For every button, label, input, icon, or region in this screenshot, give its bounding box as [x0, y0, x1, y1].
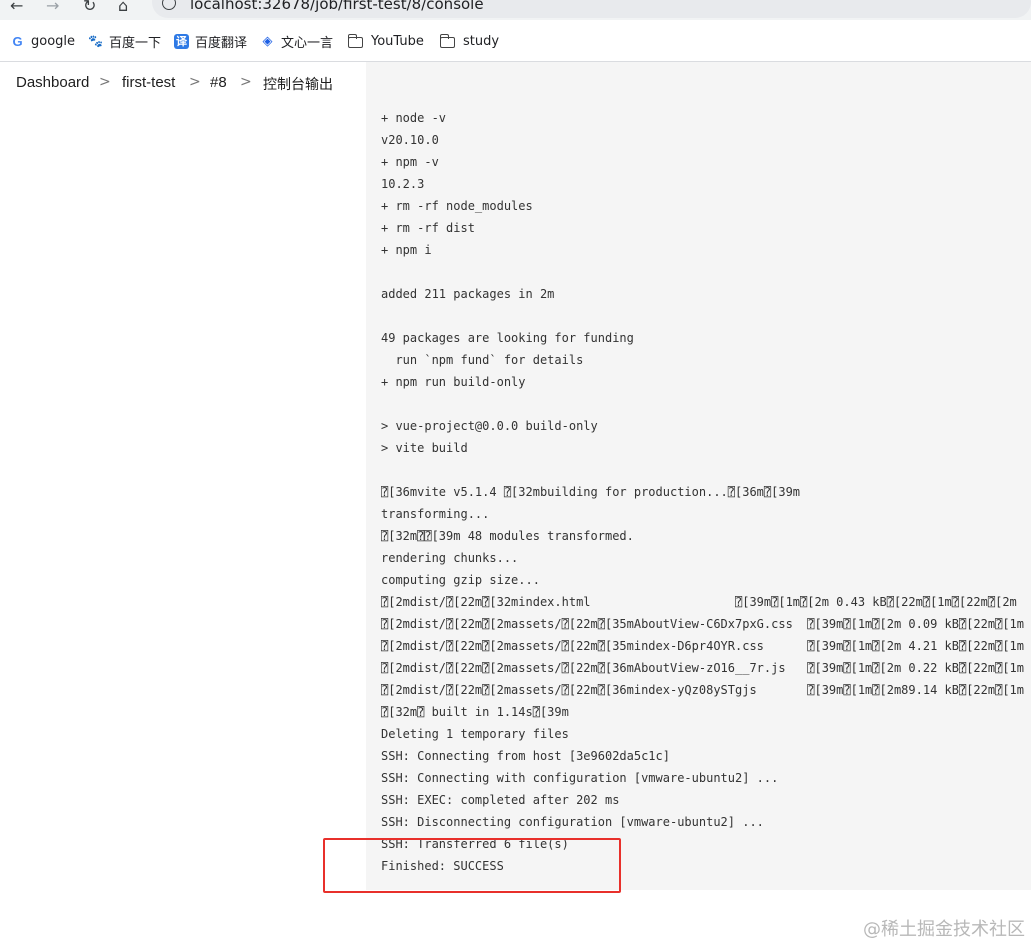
- breadcrumb-console-output[interactable]: 控制台输出: [263, 74, 333, 94]
- console-line: computing gzip size...: [381, 573, 540, 587]
- breadcrumb-job[interactable]: first-test: [122, 74, 175, 91]
- console-line: transforming...: [381, 507, 490, 521]
- folder-icon: [439, 33, 455, 48]
- console-line: SSH: Connecting from host [3e9602da5c1c]: [381, 749, 670, 763]
- bookmark-baidu-fanyi[interactable]: 译 百度翻译: [174, 32, 248, 51]
- bookmark-label: google: [31, 33, 76, 49]
- bookmark-label: 文心一言: [281, 35, 334, 51]
- console-line: rendering chunks...: [381, 551, 519, 565]
- console-line: SSH: Connecting with configuration [vmwa…: [381, 771, 779, 785]
- console-line: ⍰[32m⍰⍰[39m 48 modules transformed.: [381, 529, 634, 543]
- console-line: 49 packages are looking for funding: [381, 331, 634, 345]
- chevron-right-icon[interactable]: >: [189, 74, 201, 90]
- console-line: v20.10.0: [381, 133, 439, 147]
- console-line: + rm -rf node_modules: [381, 199, 533, 213]
- forward-arrow-icon[interactable]: →: [46, 0, 59, 15]
- console-line: ⍰[2mdist/⍰[22m⍰[2massets/⍰[22m⍰[36mAbout…: [381, 661, 1024, 675]
- breadcrumb-dashboard[interactable]: Dashboard: [16, 74, 89, 91]
- console-line: ⍰[2mdist/⍰[22m⍰[2massets/⍰[22m⍰[35mindex…: [381, 639, 1024, 653]
- bookmark-folder-study[interactable]: study: [439, 32, 500, 50]
- home-icon[interactable]: ⌂: [118, 0, 128, 15]
- back-arrow-icon[interactable]: ←: [10, 0, 23, 15]
- bookmark-wenxin[interactable]: ◈ 文心一言: [260, 32, 334, 51]
- console-line: Deleting 1 temporary files: [381, 727, 569, 741]
- chevron-right-icon[interactable]: >: [99, 74, 111, 90]
- highlight-box: [323, 838, 621, 893]
- bookmark-label: 百度翻译: [195, 35, 248, 51]
- wenxin-icon: ◈: [262, 33, 273, 49]
- console-line: + npm -v: [381, 155, 439, 169]
- translate-icon: 译: [174, 33, 189, 49]
- console-line: run `npm fund` for details: [381, 353, 584, 367]
- console-text: + node -v v20.10.0 + npm -v 10.2.3 + rm -rf …: [381, 107, 1024, 877]
- bookmark-google[interactable]: G google: [10, 32, 75, 50]
- folder-icon: [347, 33, 363, 48]
- baidu-paw-icon: 🐾: [88, 33, 103, 48]
- console-line: + node -v: [381, 111, 447, 125]
- reload-icon[interactable]: ↻: [83, 0, 96, 15]
- chevron-right-icon[interactable]: >: [240, 74, 252, 90]
- console-line: added 211 packages in 2m: [381, 287, 555, 301]
- console-line: ⍰[2mdist/⍰[22m⍰[2massets/⍰[22m⍰[36mindex…: [381, 683, 1024, 697]
- console-line: + npm run build-only: [381, 375, 526, 389]
- console-line: ⍰[32m⍰ built in 1.14s⍰[39m: [381, 705, 569, 719]
- console-line: SSH: EXEC: completed after 202 ms: [381, 793, 620, 807]
- bookmark-label: 百度一下: [109, 35, 162, 51]
- console-line: ⍰[36mvite v5.1.4 ⍰[32mbuilding for produ…: [381, 485, 801, 499]
- console-line: 10.2.3: [381, 177, 425, 191]
- console-line: SSH: Disconnecting configuration [vmware…: [381, 815, 764, 829]
- google-icon: G: [12, 33, 23, 49]
- console-line: + rm -rf dist: [381, 221, 475, 235]
- url-text[interactable]: localhost:32678/job/first-test/8/console: [190, 0, 484, 13]
- bookmark-label: study: [463, 33, 500, 49]
- bookmark-folder-youtube[interactable]: YouTube: [347, 32, 424, 50]
- breadcrumb-build[interactable]: #8: [210, 74, 227, 91]
- bookmark-label: YouTube: [371, 33, 424, 49]
- breadcrumb: Dashboard > first-test > #8 > 控制台输出: [0, 62, 366, 106]
- console-line: ⍰[2mdist/⍰[22m⍰[2massets/⍰[22m⍰[35mAbout…: [381, 617, 1024, 631]
- watermark: @稀土掘金技术社区: [863, 919, 1025, 940]
- console-line: > vue-project@0.0.0 build-only: [381, 419, 598, 433]
- console-line: ⍰[2mdist/⍰[22m⍰[32mindex.html ⍰[39m⍰[1m⍰…: [381, 595, 1017, 609]
- bookmarks-bar: G google 🐾 百度一下 译 百度翻译 ◈ 文心一言 YouTube st…: [0, 20, 1031, 62]
- console-output-panel: + node -v v20.10.0 + npm -v 10.2.3 + rm -rf …: [366, 62, 1031, 890]
- console-line: + npm i: [381, 243, 432, 257]
- browser-toolbar: ← → ↻ ⌂ localhost:32678/job/first-test/8…: [0, 0, 1031, 20]
- console-line: > vite build: [381, 441, 468, 455]
- bookmark-baidu[interactable]: 🐾 百度一下: [88, 32, 162, 51]
